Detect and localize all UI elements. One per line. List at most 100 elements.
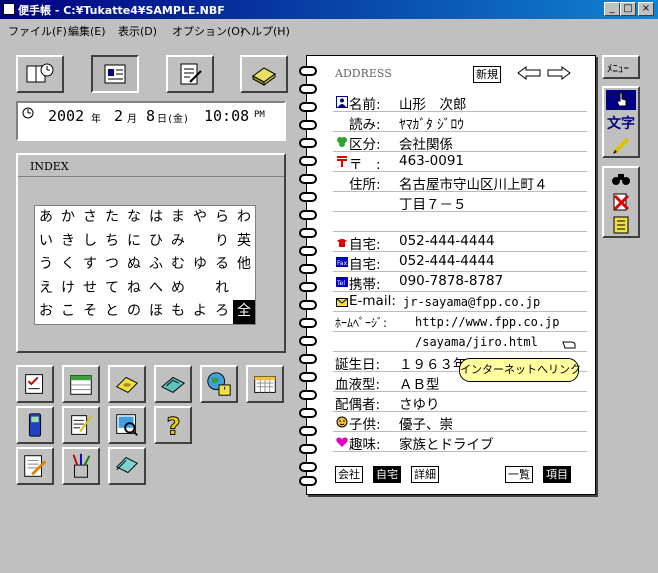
field-spouse[interactable]: 配偶者: さゆり [333,392,587,413]
tool-button[interactable] [200,365,238,403]
text-tool-label[interactable]: 文字 [607,113,635,133]
index-key[interactable]: ら [211,206,233,230]
field-name[interactable]: 名前: 山形 次郎 [333,92,587,113]
index-key[interactable]: 他 [233,253,255,277]
index-key[interactable]: ね [123,277,145,301]
tool-button[interactable] [16,447,54,485]
field-homepage-cont[interactable]: /sayama/jiro.html [333,332,587,352]
tool-button[interactable] [16,406,54,444]
tool-button[interactable] [108,447,146,485]
field-blank[interactable] [333,212,587,232]
menu-edit[interactable]: 編集(E) [68,23,106,39]
index-key[interactable]: け [57,277,79,301]
index-key[interactable]: ま [167,206,189,230]
next-arrow-icon[interactable] [547,66,571,80]
close-button[interactable]: × [638,2,654,16]
tool-button[interactable] [16,365,54,403]
pointer-tool[interactable] [606,90,636,110]
index-key[interactable]: り [211,230,233,254]
index-key[interactable]: れ [211,277,233,301]
tool-button[interactable] [108,365,146,403]
tool-button[interactable] [246,365,284,403]
index-key[interactable]: へ [145,277,167,301]
tab-items[interactable]: 項目 [543,466,571,483]
index-key[interactable]: ち [101,230,123,254]
index-key[interactable]: む [167,253,189,277]
menu-help[interactable]: ヘルプ(H) [240,23,290,39]
index-key[interactable]: ひ [145,230,167,254]
index-key[interactable]: く [57,253,79,277]
delete-icon[interactable] [611,192,631,212]
memo-view-button[interactable] [166,55,214,93]
field-home-fax[interactable]: Fax 自宅: 052-444-4444 [333,252,587,273]
binoculars-icon[interactable] [611,171,631,187]
menu-file[interactable]: ファイル(F) [8,23,67,39]
tool-button[interactable] [62,365,100,403]
index-key[interactable]: す [79,253,101,277]
tool-button[interactable] [62,447,100,485]
field-hobby[interactable]: 趣味: 家族とドライブ [333,432,587,453]
field-homepage[interactable]: ﾎｰﾑﾍﾟｰｼﾞ: http://www.fpp.co.jp [333,312,587,332]
index-key[interactable]: に [123,230,145,254]
note-list-icon[interactable] [611,215,631,235]
field-address-cont[interactable]: 丁目７－５ [333,192,587,213]
index-key[interactable]: え [35,277,57,301]
index-key-all[interactable]: 全 [233,300,255,324]
tool-button[interactable] [62,406,100,444]
index-key[interactable]: な [123,206,145,230]
field-mobile[interactable]: Tel 携帯: 090-7878-8787 [333,272,587,293]
tool-button[interactable]: ? [154,406,192,444]
index-key[interactable]: は [145,206,167,230]
index-key[interactable]: つ [101,253,123,277]
field-children[interactable]: 子供: 優子、崇 [333,412,587,433]
minimize-button[interactable]: _ [604,2,620,16]
index-key[interactable]: ろ [211,300,233,324]
field-email[interactable]: E-mail: jr-sayama@fpp.co.jp [333,292,587,312]
index-key[interactable]: て [101,277,123,301]
index-key[interactable]: と [101,300,123,324]
index-key[interactable]: ほ [145,300,167,324]
index-key[interactable]: ふ [145,253,167,277]
tools-view-button[interactable] [240,55,288,93]
menu-view[interactable]: 表示(D) [118,23,157,39]
index-key[interactable]: 英 [233,230,255,254]
index-key[interactable]: わ [233,206,255,230]
field-reading[interactable]: 読み: ﾔﾏｶﾞﾀ ｼﾞﾛｳ [333,112,587,133]
tab-home[interactable]: 自宅 [373,466,401,483]
maximize-button[interactable]: □ [620,2,636,16]
index-key[interactable]: あ [35,206,57,230]
tab-company[interactable]: 会社 [335,466,363,483]
tab-details[interactable]: 詳細 [411,466,439,483]
prev-arrow-icon[interactable] [517,66,541,80]
index-key[interactable]: み [167,230,189,254]
index-key[interactable]: か [57,206,79,230]
schedule-view-button[interactable] [16,55,64,93]
index-key[interactable]: や [189,206,211,230]
index-key[interactable]: こ [57,300,79,324]
menu-options[interactable]: オプション(O) [172,23,244,39]
new-entry-button[interactable]: 新規 [473,66,501,83]
index-key[interactable]: の [123,300,145,324]
index-key[interactable]: お [35,300,57,324]
index-key[interactable]: た [101,206,123,230]
field-address[interactable]: 住所: 名古屋市守山区川上町４ [333,172,587,193]
index-key[interactable]: ゆ [189,253,211,277]
index-key[interactable]: さ [79,206,101,230]
address-view-button[interactable] [91,55,139,93]
index-key[interactable]: う [35,253,57,277]
pencil-icon[interactable] [611,136,631,156]
tab-list[interactable]: 一覧 [505,466,533,483]
index-key[interactable]: め [167,277,189,301]
menu-toggle-button[interactable]: ﾒﾆｭｰ [602,55,640,79]
field-postal[interactable]: 〒 : 463-0091 [333,152,587,173]
index-key[interactable]: も [167,300,189,324]
index-key[interactable]: い [35,230,57,254]
tool-button[interactable] [108,406,146,444]
index-key[interactable]: せ [79,277,101,301]
field-category[interactable]: 区分: 会社関係 [333,132,587,153]
index-key[interactable]: そ [79,300,101,324]
field-home-phone[interactable]: 自宅: 052-444-4444 [333,232,587,253]
index-key[interactable]: し [79,230,101,254]
index-key[interactable]: よ [189,300,211,324]
index-key[interactable]: る [211,253,233,277]
